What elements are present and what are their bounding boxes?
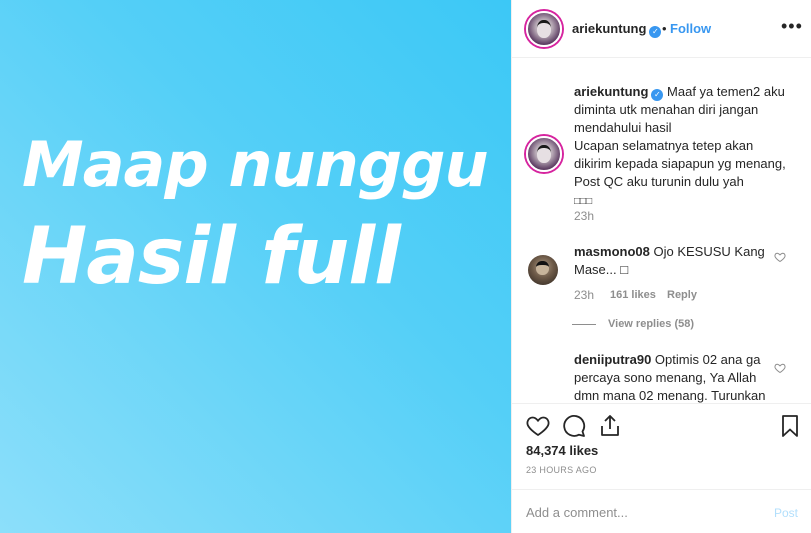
author-username[interactable]: ariekuntung ✓ bbox=[572, 21, 662, 38]
comment-like-heart-icon[interactable] bbox=[774, 362, 786, 374]
comment-icon[interactable] bbox=[562, 414, 586, 438]
view-replies-button[interactable]: View replies (58) bbox=[608, 318, 694, 330]
caption: ariekuntung ✓ Maaf ya temen2 aku diminta … bbox=[574, 83, 794, 211]
comment-likes[interactable]: 161 likes bbox=[610, 289, 656, 301]
replies-divider bbox=[572, 324, 596, 325]
likes-count[interactable]: 84,374 likes bbox=[526, 443, 598, 458]
post-time-ago[interactable]: 23 HOURS AGO bbox=[526, 465, 597, 475]
verified-badge-icon: ✓ bbox=[649, 26, 662, 38]
reply-button[interactable]: Reply bbox=[667, 289, 697, 301]
caption-text-3: Post QC aku turunin dulu yah bbox=[574, 174, 744, 189]
comment-item: deniiputra90 Optimis 02 ana ga percaya s… bbox=[574, 351, 774, 403]
caption-emoji: □□□ bbox=[574, 196, 593, 207]
caption-time[interactable]: 23h bbox=[574, 209, 594, 223]
author-username-text[interactable]: ariekuntung bbox=[572, 21, 646, 36]
share-icon[interactable] bbox=[598, 414, 622, 438]
post-side-panel: ariekuntung ✓ • Follow ••• ariekuntung ✓ M… bbox=[511, 0, 811, 533]
comments-list[interactable]: ariekuntung ✓ Maaf ya temen2 aku diminta … bbox=[512, 59, 811, 403]
comment-username[interactable]: deniiputra90 bbox=[574, 352, 651, 367]
post-action-bar bbox=[512, 403, 811, 443]
caption-text-2: Ucapan selamatnya tetep akan dikirim kep… bbox=[574, 138, 786, 171]
image-text-line-1: Maap nunggu bbox=[22, 128, 489, 201]
comment-like-heart-icon[interactable] bbox=[774, 251, 786, 263]
commenter-avatar[interactable] bbox=[528, 255, 558, 285]
header-separator: • bbox=[662, 21, 667, 36]
author-avatar[interactable] bbox=[526, 11, 562, 47]
comment-time[interactable]: 23h bbox=[574, 288, 594, 302]
add-comment-input[interactable] bbox=[526, 502, 756, 522]
add-comment-bar: Post bbox=[512, 489, 811, 533]
post-image: Maap nunggu Hasil full bbox=[0, 0, 511, 533]
post-comment-button[interactable]: Post bbox=[774, 506, 798, 520]
image-text-line-2: Hasil full bbox=[22, 212, 401, 302]
comment-item: masmono08 Ojo KESUSU Kang Mase... □ bbox=[574, 243, 774, 279]
post-header: ariekuntung ✓ • Follow ••• bbox=[512, 0, 811, 58]
comment-username[interactable]: masmono08 bbox=[574, 244, 650, 259]
bookmark-icon[interactable] bbox=[778, 414, 802, 438]
caption-avatar[interactable] bbox=[526, 136, 562, 172]
follow-button[interactable]: Follow bbox=[670, 21, 711, 36]
verified-badge-icon: ✓ bbox=[651, 89, 664, 101]
more-options-icon[interactable]: ••• bbox=[781, 16, 803, 37]
heart-icon[interactable] bbox=[526, 414, 550, 438]
caption-username[interactable]: ariekuntung bbox=[574, 84, 648, 99]
